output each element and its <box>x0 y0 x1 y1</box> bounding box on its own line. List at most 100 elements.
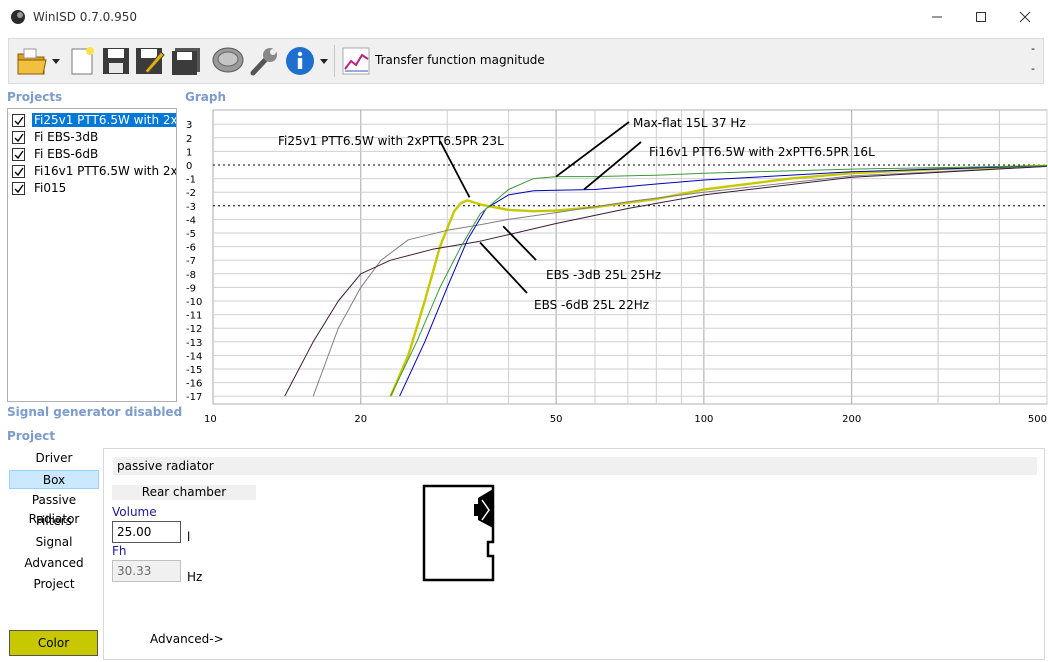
chevron-down-icon <box>52 59 60 64</box>
checkmark-icon <box>14 150 24 160</box>
projects-heading: Projects <box>7 90 63 104</box>
project-checkbox[interactable] <box>12 165 25 178</box>
graph-type-button[interactable] <box>339 44 373 78</box>
y-tick-label: 3 <box>186 120 192 131</box>
y-tick-label: -11 <box>186 311 202 322</box>
fh-unit: Hz <box>187 570 203 584</box>
app-icon <box>11 10 25 24</box>
project-item[interactable]: Fi16v1 PTT6.5W with 2xPTT6.5PR 16L <box>11 163 177 179</box>
maximize-button[interactable] <box>958 0 1004 34</box>
project-checkbox[interactable] <box>12 114 25 127</box>
volume-label: Volume <box>112 505 157 519</box>
project-checkbox[interactable] <box>12 131 25 144</box>
save-button[interactable] <box>99 44 133 78</box>
chevron-down-icon <box>320 59 328 64</box>
toolbar-dash-bottom: - <box>1031 62 1035 75</box>
window-title: WinISD 0.7.0.950 <box>33 10 138 24</box>
close-icon <box>1019 11 1031 23</box>
project-heading: Project <box>7 429 56 443</box>
project-label: Fi16v1 PTT6.5W with 2xPTT6.5PR 16L <box>34 164 177 178</box>
project-item[interactable]: Fi25v1 PTT6.5W with 2xPTT6.5PR 23L <box>11 112 176 128</box>
y-tick-label: -5 <box>186 229 196 240</box>
y-tick-label: -9 <box>186 283 196 294</box>
title-bar: WinISD 0.7.0.950 <box>0 0 1048 34</box>
info-icon <box>286 47 314 75</box>
nav-item-filters[interactable]: Filters <box>9 512 99 531</box>
open-button[interactable] <box>15 44 49 78</box>
x-tick-label: 200 <box>842 414 861 425</box>
fh-label: Fh <box>112 544 127 558</box>
project-nav: Driver Box Passive Radiator Filters Signal Ad… <box>7 448 100 658</box>
project-label: Fi EBS-3dB <box>34 130 99 144</box>
line-chart-icon <box>342 47 370 75</box>
y-tick-label: -7 <box>186 256 196 267</box>
open-dropdown-arrow[interactable] <box>52 58 60 66</box>
annotation-label: Fi16v1 PTT6.5W with 2xPTT6.5PR 16L <box>649 145 875 159</box>
tools-button[interactable] <box>247 44 281 78</box>
new-button[interactable] <box>65 44 99 78</box>
folder-open-icon <box>17 48 47 75</box>
box-panel: passive radiator Rear chamber Volume 25.… <box>103 448 1045 660</box>
info-button[interactable] <box>283 44 317 78</box>
project-label: Fi25v1 PTT6.5W with 2xPTT6.5PR 23L <box>32 113 176 127</box>
y-tick-label: -13 <box>186 338 202 349</box>
box-diagram <box>422 484 495 582</box>
close-button[interactable] <box>1002 0 1048 34</box>
driver-button[interactable] <box>211 44 245 78</box>
save-icon <box>103 48 129 74</box>
y-tick-label: -17 <box>186 392 202 403</box>
checkmark-icon <box>14 184 24 194</box>
graph-area[interactable]: 3 2 1 0 -1 -2 -3 -4 -5 -6 -7 -8 -9 -10 -11 -12 -13 -14 -15… <box>180 108 1048 428</box>
y-tick-label: 0 <box>186 161 192 172</box>
project-item[interactable]: Fi EBS-6dB <box>11 146 176 162</box>
annotation-label: Max-flat 15L 37 Hz <box>633 116 746 130</box>
nav-item-box[interactable]: Box <box>9 470 99 489</box>
project-item[interactable]: Fi015 <box>11 180 176 196</box>
graph-heading: Graph <box>185 90 226 104</box>
nav-item-advanced[interactable]: Advanced <box>9 554 99 573</box>
nav-item-passive-radiator[interactable]: Passive Radiator <box>9 491 99 526</box>
nav-item-driver[interactable]: Driver <box>9 449 99 468</box>
new-document-icon <box>71 47 94 75</box>
checkmark-icon <box>14 133 24 143</box>
volume-unit: l <box>187 530 191 544</box>
y-tick-label: 1 <box>186 147 192 158</box>
y-tick-label: -3 <box>186 202 196 213</box>
rear-chamber-header: Rear chamber <box>112 485 256 500</box>
advanced-link[interactable]: Advanced-> <box>150 632 224 646</box>
color-button[interactable]: Color <box>9 630 98 656</box>
checkmark-icon <box>14 167 24 177</box>
info-dropdown-arrow[interactable] <box>320 58 328 66</box>
save-all-icon <box>172 48 200 75</box>
plot-area <box>212 109 1048 405</box>
signal-generator-status: Signal generator disabled <box>7 405 183 419</box>
x-tick-label: 10 <box>204 414 217 425</box>
checkmark-icon <box>14 116 24 126</box>
project-item[interactable]: Fi EBS-3dB <box>11 129 176 145</box>
annotation-label: EBS -6dB 25L 22Hz <box>534 298 649 312</box>
x-tick-label: 100 <box>694 414 713 425</box>
nav-item-project[interactable]: Project <box>9 575 99 594</box>
project-checkbox[interactable] <box>12 148 25 161</box>
project-label: Fi015 <box>34 181 67 195</box>
fh-input: 30.33 <box>112 560 181 582</box>
minimize-button[interactable] <box>914 0 960 34</box>
annotation-label: Fi25v1 PTT6.5W with 2xPTT6.5PR 23L <box>278 134 504 148</box>
speaker-driver-icon <box>212 47 244 73</box>
x-tick-label: 20 <box>354 414 367 425</box>
y-tick-label: -12 <box>186 324 202 335</box>
annotation-label: EBS -3dB 25L 25Hz <box>546 268 661 282</box>
save-all-button[interactable] <box>169 44 203 78</box>
y-tick-label: -16 <box>186 379 202 390</box>
project-checkbox[interactable] <box>12 182 25 195</box>
y-tick-label: 2 <box>186 134 192 145</box>
toolbar-separator <box>334 45 335 77</box>
volume-input[interactable]: 25.00 <box>112 521 181 543</box>
save-as-button[interactable] <box>133 44 167 78</box>
toolbar-dash-top: - <box>1031 42 1035 55</box>
y-tick-label: -14 <box>186 351 202 362</box>
nav-item-signal[interactable]: Signal <box>9 533 99 552</box>
y-tick-label: -2 <box>186 188 196 199</box>
panel-header: passive radiator <box>113 457 1037 475</box>
x-tick-label: 50 <box>550 414 563 425</box>
